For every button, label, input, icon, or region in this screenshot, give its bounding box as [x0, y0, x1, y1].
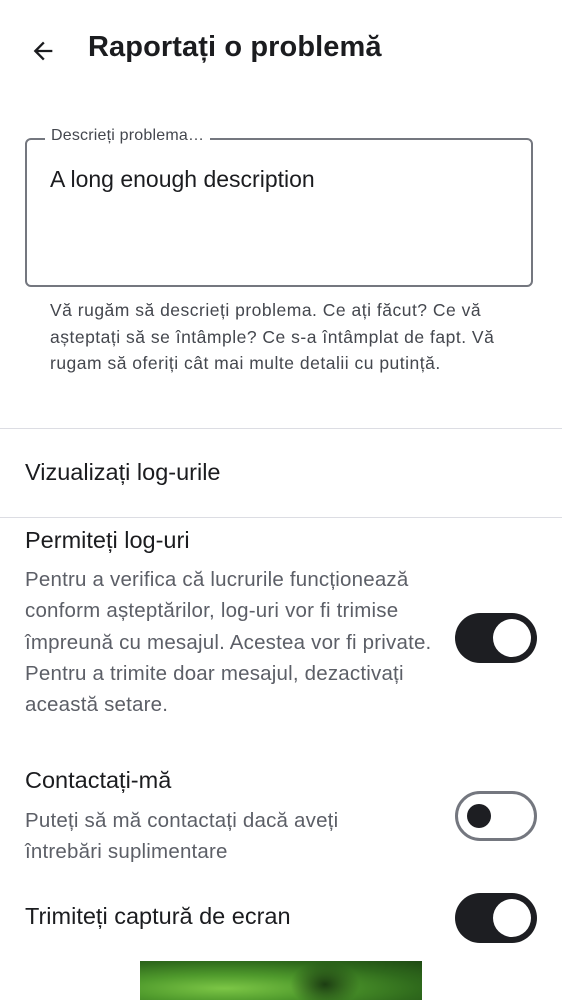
description-input[interactable]: [25, 138, 533, 287]
divider: [0, 517, 562, 518]
screenshot-preview-image[interactable]: [140, 961, 422, 1000]
switch-knob: [493, 899, 531, 937]
description-helper-text: Vă rugăm să descrieți problema. Ce ați f…: [50, 300, 495, 373]
description-input-value[interactable]: A long enough description: [50, 166, 315, 193]
divider: [0, 428, 562, 429]
allow-logs-description: Pentru a verifica că lucrurile funcțione…: [25, 568, 432, 717]
allow-logs-title: Permiteți log-uri: [25, 527, 190, 553]
back-button[interactable]: [22, 30, 64, 72]
send-screenshot-switch[interactable]: [455, 893, 537, 943]
switch-knob: [493, 619, 531, 657]
top-app-bar: Raportați o problemă: [0, 0, 562, 100]
contact-me-switch[interactable]: [455, 791, 537, 841]
view-logs-item[interactable]: Vizualizați log-urile: [25, 459, 221, 486]
switch-knob: [467, 804, 491, 828]
arrow-left-icon: [33, 41, 53, 61]
contact-me-title: Contactați-mă: [25, 767, 172, 793]
page-title: Raportați o problemă: [88, 31, 382, 63]
description-input-label: Descrieți problema…: [45, 127, 211, 145]
allow-logs-switch[interactable]: [455, 613, 537, 663]
contact-me-description: Puteți să mă contactați dacă aveți între…: [25, 809, 339, 864]
send-screenshot-title: Trimiteți captură de ecran: [25, 903, 291, 929]
